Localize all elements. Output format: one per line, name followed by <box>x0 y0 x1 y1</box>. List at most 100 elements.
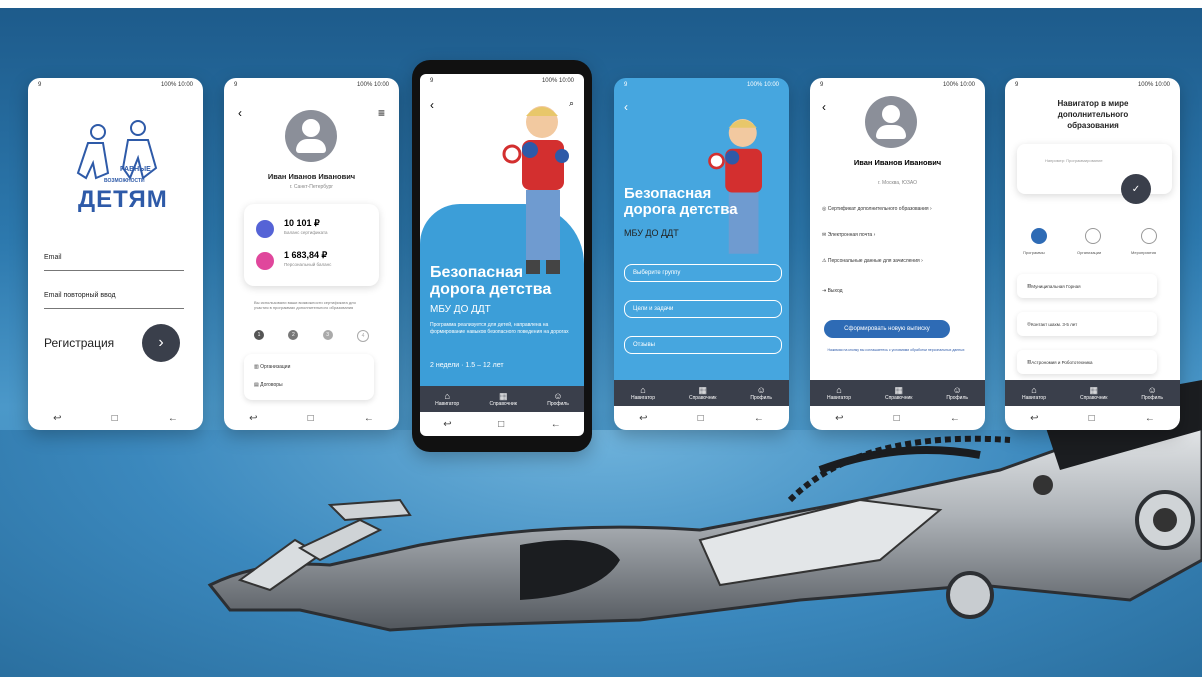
nav-recent-icon[interactable]: ← <box>1145 413 1155 424</box>
status-bar: 9 100% 10:00 <box>234 82 389 90</box>
status-right: 100% 10:00 <box>942 82 975 88</box>
generate-statement-button[interactable]: Сформировать новую выписку <box>824 320 950 338</box>
nav-recent-icon[interactable]: ← <box>364 413 374 424</box>
tab-navigator[interactable]: ⌂ Навигатор <box>1021 385 1046 401</box>
back-icon[interactable]: ‹ <box>430 98 434 112</box>
menu-certificate[interactable]: ◎ Сертификат дополнительного образования… <box>822 206 972 232</box>
info-note: Вы использовали ваши возможности сертифи… <box>254 300 356 310</box>
catalog-icon: ▦ <box>1089 384 1098 395</box>
tab-catalog[interactable]: ▦ Справочник <box>688 385 717 401</box>
password-label: Email повторный ввод <box>44 292 116 299</box>
tab-profile[interactable]: ☺ Профиль <box>750 385 772 401</box>
tab-catalog[interactable]: ▦ Справочник <box>489 390 517 407</box>
user-city: г. Санкт-Петербург <box>289 184 334 190</box>
menu-logout-label: Выход <box>827 288 843 294</box>
tab-profile[interactable]: ☺ Профиль <box>946 385 968 401</box>
radio-label-organizations: Организации <box>1077 250 1102 255</box>
nav-recent-icon[interactable]: ← <box>168 413 178 424</box>
register-next-button[interactable]: › <box>142 324 180 362</box>
system-nav-bar: ↩ □ ← <box>420 412 584 436</box>
menu-personal-data[interactable]: ⚠ Персональные данные для зачисления › <box>822 258 972 288</box>
app-logo: РАВНЫЕ ВОЗМОЖНОСТИ ДЕТЯМ <box>68 118 168 228</box>
step-2: 2 <box>288 330 299 340</box>
tab-profile-label: Профиль <box>1141 394 1163 401</box>
status-left: 9 <box>430 78 434 84</box>
contracts-link[interactable]: ▤ Договоры <box>254 382 283 388</box>
nav-back-icon[interactable]: ↩ <box>249 413 257 424</box>
back-icon[interactable]: ‹ <box>624 100 628 114</box>
menu-email[interactable]: ✉ Электронная почта › <box>822 232 972 258</box>
phone-login-screen: 9 100% 10:00 РАВНЫЕ ВОЗМОЖНОСТИ ДЕТЯМ Ema… <box>28 78 203 430</box>
tab-profile[interactable]: ☺ Профиль <box>1141 385 1163 401</box>
nav-recent-icon[interactable]: ← <box>754 413 764 424</box>
tab-catalog[interactable]: ▦ Справочник <box>1080 384 1108 401</box>
nav-recent-icon[interactable]: ← <box>551 419 561 430</box>
menu-personal-data-label: Персональные данные для зачисления <box>827 258 920 264</box>
program-headline: Безопасная дорога детства <box>624 185 738 218</box>
status-bar: 9 100% 10:00 <box>38 82 193 90</box>
search-submit-button[interactable]: ✓ <box>1121 174 1151 204</box>
menu-logout[interactable]: ⇥ Выход <box>822 288 972 308</box>
nav-back-icon[interactable]: ↩ <box>1030 413 1038 424</box>
tab-navigator[interactable]: ⌂ Навигатор <box>435 391 460 407</box>
user-city: г. Москва, ЮЗАО <box>877 180 918 186</box>
list-item[interactable]: ▥ Астрономия и Робототехника <box>1017 350 1157 374</box>
radio-programs[interactable] <box>1031 228 1047 244</box>
email-field[interactable] <box>44 268 184 271</box>
screen: 9 100% 10:00 ‹ ⌕ Безопасная дорога детств… <box>420 74 584 436</box>
program-headline: Безопасная дорога детства <box>430 264 552 298</box>
tab-navigator-label: Навигатор <box>1021 394 1046 401</box>
search-input[interactable]: Например: Программирование <box>1045 158 1103 163</box>
promo-banner: 9 100% 10:00 РАВНЫЕ ВОЗМОЖНОСТИ ДЕТЯМ Ema… <box>0 0 1202 677</box>
step-1: 1 <box>254 330 264 340</box>
back-icon[interactable]: ‹ <box>822 100 826 114</box>
nav-home-icon[interactable]: □ <box>894 413 900 424</box>
home-icon: ⌂ <box>640 384 646 395</box>
reviews-button[interactable]: Отзывы <box>624 336 782 354</box>
password-field[interactable] <box>44 306 184 309</box>
tab-navigator[interactable]: ⌂ Навигатор <box>827 385 851 401</box>
organizations-link[interactable]: ▥ Организации <box>254 364 290 370</box>
nav-home-icon[interactable]: □ <box>698 413 704 424</box>
logo-line2: ВОЗМОЖНОСТИ <box>104 178 145 184</box>
avatar <box>285 110 337 162</box>
tab-catalog-label: Справочник <box>884 394 913 401</box>
step-3: 3 <box>322 330 333 340</box>
list-item[interactable]: ▥ Муниципальная Горная <box>1017 274 1157 298</box>
tab-catalog-label: Справочник <box>688 394 717 401</box>
profile-menu: ◎ Сертификат дополнительного образования… <box>822 206 972 308</box>
nav-home-icon[interactable]: □ <box>498 419 504 430</box>
tab-profile[interactable]: ☺ Профиль <box>547 391 569 407</box>
status-right: 100% 10:00 <box>746 82 779 88</box>
back-icon[interactable]: ‹ <box>238 106 242 120</box>
nav-home-icon[interactable]: □ <box>308 413 314 424</box>
list-item[interactable]: ◎ Контакт шахм. 3-5 лет <box>1017 312 1157 336</box>
choose-group-label: Выберите группу <box>633 270 681 276</box>
system-nav-bar: ↩ □ ← <box>810 406 985 430</box>
tab-navigator[interactable]: ⌂ Навигатор <box>631 384 655 401</box>
tab-profile-label: Профиль <box>750 394 772 401</box>
system-nav-bar: ↩ □ ← <box>614 406 789 430</box>
system-nav-bar: ↩ □ ← <box>224 406 399 430</box>
catalog-icon: ▦ <box>498 390 508 401</box>
radio-organizations[interactable] <box>1085 228 1101 244</box>
nav-recent-icon[interactable]: ← <box>950 413 960 424</box>
nav-back-icon[interactable]: ↩ <box>835 413 843 424</box>
nav-back-icon[interactable]: ↩ <box>443 419 451 430</box>
program-org: МБУ ДО ДДТ <box>430 304 491 315</box>
choose-group-button[interactable]: Выберите группу <box>624 264 782 282</box>
tab-navigator-label: Навигатор <box>435 400 460 407</box>
avatar <box>865 96 917 148</box>
goals-button[interactable]: Цели и задачи <box>624 300 782 318</box>
phone-balance-screen: 9 100% 10:00 ‹ ≡ Иван Иванов Иванович г. … <box>224 78 399 430</box>
tab-catalog[interactable]: ▦ Справочник <box>884 385 913 401</box>
logo-main: ДЕТЯМ <box>78 186 168 213</box>
nav-home-icon[interactable]: □ <box>112 413 118 424</box>
radio-events[interactable] <box>1141 228 1157 244</box>
nav-home-icon[interactable]: □ <box>1089 413 1095 424</box>
nav-back-icon[interactable]: ↩ <box>53 413 61 424</box>
phone-navigator-screen: 9 100% 10:00 Навигатор в мире дополнитель… <box>1005 78 1180 430</box>
menu-icon[interactable]: ≡ <box>378 106 385 120</box>
status-left: 9 <box>234 82 238 88</box>
nav-back-icon[interactable]: ↩ <box>639 413 647 424</box>
